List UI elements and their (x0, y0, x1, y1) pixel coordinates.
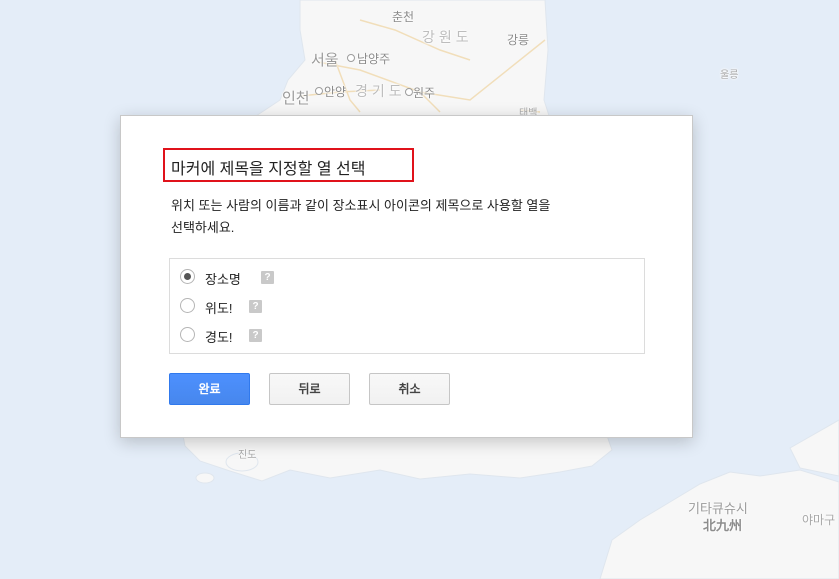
dialog-description: 위치 또는 사람의 이름과 같이 장소표시 아이콘의 제목으로 사용할 열을 선… (171, 195, 550, 239)
help-icon[interactable] (249, 329, 262, 342)
option-label[interactable]: 위도! (205, 298, 233, 317)
map-label-gyeonggi: 경기도 (355, 83, 406, 99)
map-label-gangneung: 강릉 (507, 33, 530, 47)
dialog-title: 마커에 제목을 지정할 열 선택 (171, 161, 366, 178)
city-dot (405, 88, 413, 96)
title-highlight-box: 마커에 제목을 지정할 열 선택 (163, 148, 414, 182)
description-line: 위치 또는 사람의 이름과 같이 장소표시 아이콘의 제목으로 사용할 열을 (171, 198, 551, 213)
done-button[interactable]: 완료 (169, 373, 250, 405)
city-dot (315, 87, 323, 95)
radio-button[interactable] (180, 269, 195, 284)
map-label-kitakyushu-kanji: 北九州 (703, 518, 743, 533)
map-label-ulleung: 울릉 (720, 70, 739, 81)
select-title-column-dialog: 마커에 제목을 지정할 열 선택 위치 또는 사람의 이름과 같이 장소표시 아… (120, 115, 693, 438)
description-line: 선택하세요. (171, 220, 235, 235)
radio-button[interactable] (180, 298, 195, 313)
map-label-incheon: 인천 (282, 90, 310, 107)
help-icon[interactable] (249, 300, 262, 313)
option-label[interactable]: 경도! (205, 327, 233, 346)
map-label-seoul: 서울 (311, 52, 339, 69)
option-longitude[interactable]: 경도! (170, 321, 470, 350)
map-label-namyangju: 남양주 (357, 52, 391, 66)
map-label-gangwon: 강원도 (422, 29, 473, 45)
map-label-yamaguchi: 야마구 (802, 513, 836, 527)
help-icon[interactable] (261, 271, 274, 284)
cancel-button[interactable]: 취소 (369, 373, 450, 405)
map-label-wonju: 원주 (413, 86, 436, 100)
radio-button[interactable] (180, 327, 195, 342)
map-label-jindo: 진도 (238, 450, 257, 461)
back-button[interactable]: 뒤로 (269, 373, 350, 405)
map-label-chuncheon: 춘천 (392, 10, 415, 24)
option-place-name[interactable]: 장소명 (170, 263, 470, 292)
option-label[interactable]: 장소명 (205, 269, 241, 288)
map-label-anyang: 안양 (324, 85, 347, 99)
option-latitude[interactable]: 위도! (170, 292, 470, 321)
column-options-list: 장소명 위도! 경도! (169, 258, 645, 354)
city-dot (347, 54, 355, 62)
